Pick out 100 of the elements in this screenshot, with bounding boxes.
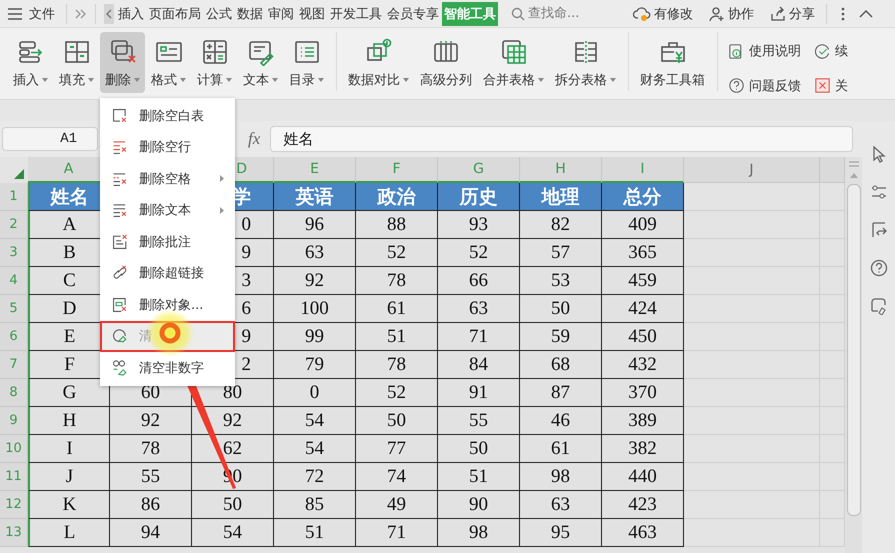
sheet-cell[interactable] [684, 239, 820, 267]
table-cell: 71 [356, 519, 438, 547]
function-label[interactable]: fx [248, 129, 260, 149]
file-menu[interactable]: 文件 [26, 2, 58, 24]
paint-icon[interactable] [870, 297, 888, 315]
table-cell: 59 [520, 323, 602, 351]
sliders-icon[interactable] [870, 183, 888, 201]
tool-button[interactable]: 使用说明 [728, 38, 801, 64]
sheet-cell[interactable] [684, 519, 820, 547]
tool-button[interactable]: 问题反馈 [728, 72, 801, 99]
table-cell: 62 [192, 435, 274, 463]
select-all-icon[interactable] [14, 169, 24, 179]
table-cell: 53 [520, 267, 602, 295]
ribbon-tab[interactable]: 数据 [235, 2, 265, 26]
sheet-cell[interactable] [684, 491, 820, 519]
sheet-cell[interactable] [684, 379, 820, 407]
table-cell: 50 [520, 295, 602, 323]
table-cell: L [28, 519, 110, 547]
ribbon-button[interactable]: 删除 [100, 32, 145, 93]
table-cell: 72 [274, 463, 356, 491]
sheet-cell[interactable] [684, 211, 820, 239]
scroll-left-icon[interactable] [104, 4, 114, 24]
scrollbar[interactable] [846, 184, 860, 516]
share-icon [770, 6, 786, 22]
collaborate-button[interactable]: 协作 [706, 2, 757, 24]
table-cell: 370 [602, 379, 684, 407]
table-cell: 52 [356, 379, 438, 407]
table-cell: 98 [520, 463, 602, 491]
column-header[interactable] [820, 157, 845, 183]
table-cell: 92 [192, 407, 274, 435]
sheet-cell[interactable] [684, 407, 820, 435]
table-cell: 51 [438, 463, 520, 491]
table-cell: 46 [520, 407, 602, 435]
name-box[interactable]: A1 [2, 127, 98, 151]
cloud-icon [633, 6, 651, 22]
tool-button[interactable]: 续 [814, 38, 848, 64]
ribbon-button[interactable]: 文本 [238, 32, 283, 93]
sheet-cell[interactable] [684, 323, 820, 351]
ribbon-button[interactable]: 拆分表格 [550, 32, 621, 93]
table-cell: 54 [274, 407, 356, 435]
chevrons-icon[interactable] [75, 8, 87, 18]
sheet-cell[interactable] [684, 463, 820, 491]
ribbon-button[interactable]: 合并表格 [478, 32, 549, 93]
help-icon[interactable] [870, 259, 888, 277]
rows-arrow-icon [16, 38, 44, 66]
ribbon-tab[interactable]: 插入 [116, 2, 146, 26]
collapse-icon[interactable] [859, 8, 873, 18]
table-cell: 52 [438, 239, 520, 267]
header-cell: 英语 [274, 183, 356, 211]
ribbon-button[interactable]: 财务工具箱 [635, 32, 710, 93]
table-cell: 409 [602, 211, 684, 239]
formula-field[interactable]: 姓名 [270, 126, 854, 152]
sheet-cell[interactable] [684, 267, 820, 295]
table-cell: 440 [602, 463, 684, 491]
sheet-cell[interactable] [684, 295, 820, 323]
ribbon-tab[interactable]: 视图 [297, 2, 327, 26]
swap-icon[interactable] [870, 221, 888, 239]
table-cell: 78 [356, 351, 438, 379]
table-cell: 57 [520, 239, 602, 267]
changes-button[interactable]: 有修改 [630, 2, 696, 24]
table-cell: 74 [356, 463, 438, 491]
table-cell: 54 [192, 519, 274, 547]
sheet-cell[interactable] [684, 351, 820, 379]
table-cell: 459 [602, 267, 684, 295]
header-cell: 政治 [356, 183, 438, 211]
search-field[interactable]: 查找命... [511, 6, 608, 21]
table-cell: 382 [602, 435, 684, 463]
ribbon-button[interactable]: 数据对比 [343, 32, 414, 93]
ribbon-button[interactable]: 高级分列 [415, 32, 477, 93]
eraser-icon [111, 358, 129, 377]
table-cell: 55 [110, 463, 192, 491]
user-plus-icon [709, 6, 725, 22]
sheet-cell[interactable] [684, 183, 820, 211]
header-cell: 总分 [602, 183, 684, 211]
ribbon-button[interactable]: 插入 [8, 32, 53, 93]
ribbon-tab[interactable]: 页面布局 [147, 2, 203, 26]
table-cell: 0 [274, 379, 356, 407]
ribbon-tab[interactable]: 开发工具 [328, 2, 384, 26]
sheet-cell[interactable] [684, 435, 820, 463]
table-cell: 78 [110, 435, 192, 463]
ribbon-tab[interactable]: 公式 [204, 2, 234, 26]
scroll-up-icon[interactable] [850, 173, 858, 178]
ribbon-tab[interactable]: 会员专享 [385, 2, 441, 26]
ribbon-button[interactable]: 计算 [192, 32, 237, 93]
table-cell: 61 [520, 435, 602, 463]
menu-icon[interactable] [8, 8, 22, 20]
ribbon-tab[interactable]: 审阅 [266, 2, 296, 26]
table-cell: 71 [438, 323, 520, 351]
more-icon[interactable] [841, 6, 845, 20]
close-icon [814, 77, 831, 94]
menu-item[interactable]: 删除空白表 [100, 100, 235, 132]
grip-icon[interactable] [848, 161, 858, 167]
table-cell: 54 [274, 435, 356, 463]
tool-button[interactable]: 关 [814, 72, 848, 99]
share-button[interactable]: 分享 [767, 2, 818, 24]
ribbon-button[interactable]: 目录 [284, 32, 329, 93]
ribbon-button[interactable]: 填充 [54, 32, 99, 93]
column-header[interactable]: J [684, 157, 820, 183]
ribbon-button[interactable]: 格式 [146, 32, 191, 93]
table-cell: 94 [110, 519, 192, 547]
